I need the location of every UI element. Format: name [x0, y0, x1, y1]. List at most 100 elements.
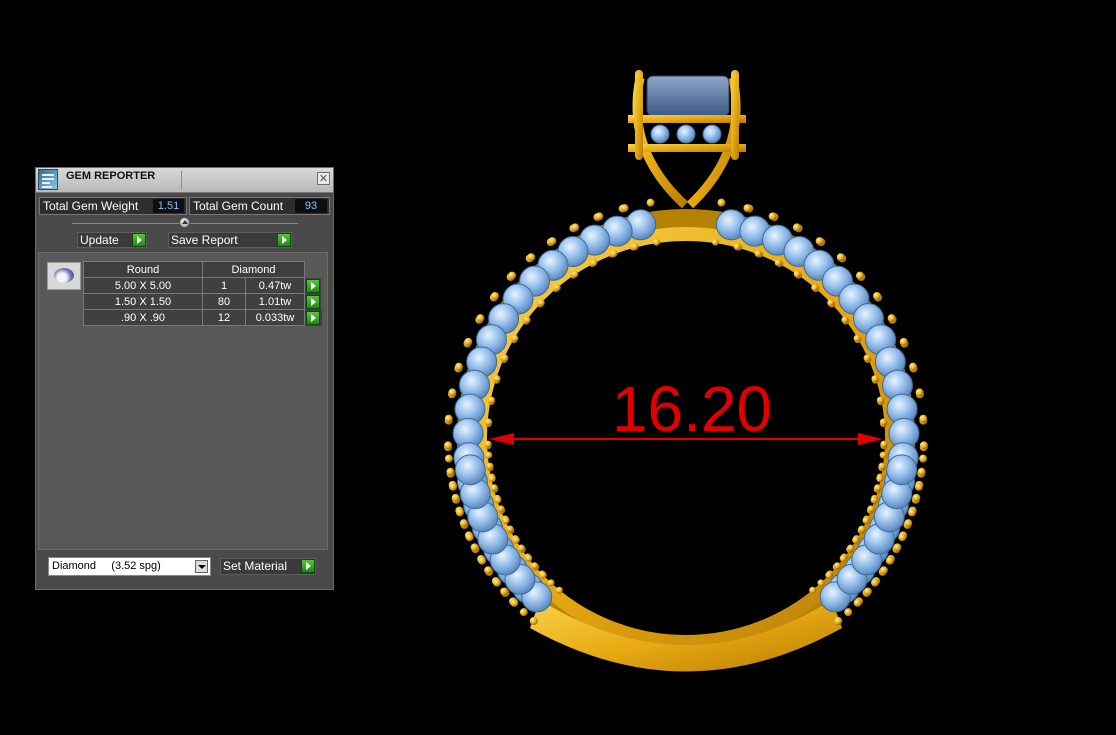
prong-bead — [815, 237, 824, 246]
arrowhead-left-icon — [489, 433, 514, 445]
prong-bead — [863, 587, 872, 596]
prong-bead — [876, 475, 884, 483]
prong-bead — [811, 284, 819, 292]
prong-bead — [899, 337, 908, 346]
prong-bead — [501, 354, 509, 362]
prong-bead — [711, 238, 719, 246]
prong-bead — [653, 238, 661, 246]
prong-bead — [491, 291, 500, 300]
prong-bead — [885, 556, 894, 565]
prong-bead — [853, 598, 862, 607]
prong-bead — [448, 388, 457, 397]
prong-bead — [484, 440, 492, 448]
prong-bead — [879, 418, 887, 426]
prong-bead — [743, 204, 752, 213]
prong-bead — [904, 519, 913, 528]
prong-bead — [529, 616, 538, 625]
pave-stone — [454, 454, 486, 486]
prong-bead — [836, 253, 845, 262]
prong-bead — [610, 250, 618, 258]
prong-bead — [631, 243, 639, 251]
prong-bead — [488, 396, 496, 404]
prong-bead — [874, 484, 882, 492]
prong-bead — [485, 451, 493, 459]
prong-bead — [768, 212, 777, 221]
prong-bead — [879, 566, 888, 575]
prong-bead — [510, 598, 519, 607]
prong-bead — [839, 554, 847, 562]
prong-bead — [459, 519, 468, 528]
prong-bead — [863, 354, 871, 362]
prong-bead — [793, 270, 801, 278]
prong-bead — [862, 517, 870, 525]
prong-bead — [444, 454, 453, 463]
prong-bead — [754, 250, 762, 258]
prong-bead — [915, 388, 924, 397]
prong-bead — [917, 467, 926, 476]
prong-bead — [870, 578, 879, 587]
prong-bead — [855, 271, 864, 280]
prong-bead — [512, 536, 520, 544]
prong-bead — [908, 508, 917, 517]
prong-bead — [833, 562, 841, 570]
prong-bead — [841, 316, 849, 324]
prong-bead — [858, 525, 866, 533]
arrowhead-right-icon — [858, 433, 883, 445]
bail-stone — [702, 124, 722, 144]
prong-bead — [490, 484, 498, 492]
prong-bead — [733, 243, 741, 251]
ring-viewport[interactable] — [0, 0, 1116, 735]
prong-bead — [537, 299, 545, 307]
prong-bead — [893, 543, 902, 552]
prong-bead — [847, 544, 855, 552]
prong-bead — [506, 525, 514, 533]
prong-bead — [444, 414, 453, 423]
prong-bead — [825, 571, 833, 579]
prong-bead — [478, 556, 487, 565]
prong-bead — [867, 505, 875, 513]
prong-bead — [595, 212, 604, 221]
prong-bead — [571, 223, 580, 232]
prong-bead — [717, 198, 726, 207]
prong-bead — [590, 259, 598, 267]
prong-bead — [646, 198, 655, 207]
prong-bead — [485, 418, 493, 426]
prong-bead — [909, 362, 918, 371]
prong-bead — [817, 579, 825, 587]
prong-bead — [620, 204, 629, 213]
bail-stone — [650, 124, 670, 144]
prong-bead — [451, 493, 460, 502]
prong-bead — [454, 362, 463, 371]
ring-size-dimension: 16.20 — [611, 373, 773, 445]
prong-bead — [519, 608, 528, 617]
prong-bead — [792, 223, 801, 232]
prong-bead — [470, 543, 479, 552]
prong-bead — [871, 375, 879, 383]
gallery-rail-top — [628, 115, 746, 123]
prong-bead — [444, 441, 453, 450]
prong-bead — [914, 482, 923, 491]
prong-bead — [547, 579, 555, 587]
prong-bead — [887, 314, 896, 323]
prong-bead — [484, 566, 493, 575]
prong-bead — [455, 508, 464, 517]
prong-bead — [876, 396, 884, 404]
prong-bead — [539, 571, 547, 579]
center-stone — [646, 75, 730, 117]
prong-bead — [774, 259, 782, 267]
prong-bead — [912, 493, 921, 502]
prong-bead — [493, 375, 501, 383]
prong-bead — [449, 482, 458, 491]
prong-bead — [827, 299, 835, 307]
prong-bead — [523, 316, 531, 324]
prong-bead — [555, 586, 563, 594]
prong-bead — [493, 578, 502, 587]
prong-bead — [508, 271, 517, 280]
prong-bead — [919, 454, 928, 463]
prong-bead — [476, 314, 485, 323]
prong-bead — [446, 467, 455, 476]
prong-bead — [919, 441, 928, 450]
prong-bead — [511, 334, 519, 342]
prong-bead — [852, 536, 860, 544]
prong-bead — [465, 533, 474, 542]
